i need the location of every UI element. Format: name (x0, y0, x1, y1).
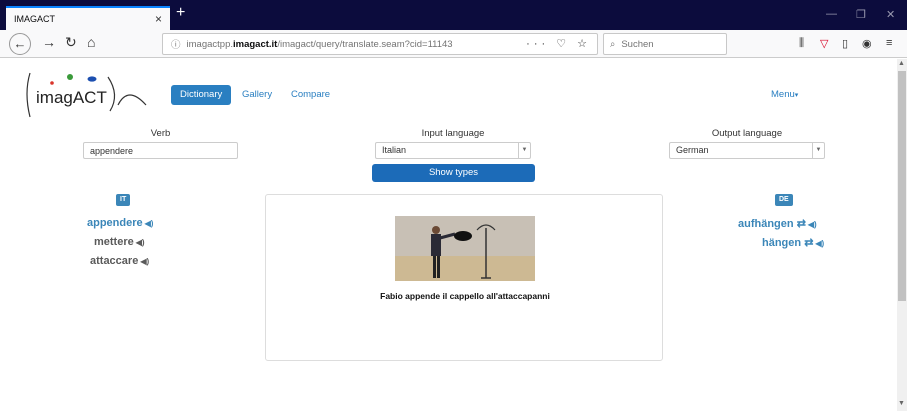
vertical-scrollbar[interactable]: ▲ ▼ (897, 59, 907, 411)
target-verb-item[interactable]: hängen ⇄ ◀) (762, 236, 824, 249)
input-language-label: Input language (421, 128, 485, 139)
menu-label: Menu (771, 89, 795, 100)
forward-icon[interactable]: → (42, 34, 56, 50)
target-language-badge: DE (775, 194, 793, 206)
browser-navbar: ← → ↻ ⌂ ⓘ imagactpp. imagact.it/imagact/q… (0, 30, 907, 58)
source-verb-item[interactable]: attaccare ◀) (90, 255, 149, 267)
url-host: imagact.it (233, 38, 278, 50)
window-close-icon[interactable]: ✕ (886, 8, 895, 21)
page-actions-icon[interactable]: ··· ♡ ☆ (526, 37, 591, 50)
pocket-icon[interactable]: ▽ (820, 37, 828, 50)
nav-dictionary[interactable]: Dictionary (171, 85, 232, 105)
scrollbar-thumb[interactable] (898, 71, 906, 301)
verb-label: appendere (87, 217, 143, 229)
search-icon: ⌕ (610, 38, 616, 50)
reload-icon[interactable]: ↻ (65, 34, 77, 51)
verb-label: attaccare (90, 255, 139, 267)
url-prefix: imagactpp. (186, 38, 233, 50)
extension-icon[interactable]: ◉ (862, 37, 872, 50)
chevron-down-icon: ▾ (794, 92, 799, 99)
logo-text: imagACT (36, 88, 107, 107)
input-language-value: Italian (382, 145, 407, 155)
scroll-down-icon[interactable]: ▼ (898, 400, 905, 407)
swap-arrows-icon[interactable]: ⇄ (804, 237, 813, 249)
tab-title: IMAGACT (14, 14, 56, 24)
speaker-icon[interactable]: ◀) (140, 257, 149, 266)
swap-arrows-icon[interactable]: ⇄ (797, 218, 806, 230)
home-icon[interactable]: ⌂ (87, 34, 95, 50)
speaker-icon[interactable]: ◀) (815, 239, 824, 248)
scroll-up-icon[interactable]: ▲ (898, 60, 905, 67)
info-icon[interactable]: ⓘ (171, 37, 181, 51)
browser-titlebar: IMAGACT × + — ❐ ✕ (0, 0, 907, 30)
back-icon[interactable]: ← (9, 33, 31, 55)
page-content: imagACT Dictionary Gallery Compare Menu▾… (0, 59, 897, 411)
target-verb-item[interactable]: aufhängen ⇄ ◀) (738, 217, 817, 230)
speaker-icon[interactable]: ◀) (145, 219, 154, 228)
show-types-button[interactable]: Show types (372, 164, 535, 182)
source-verb-item[interactable]: appendere ◀) (87, 217, 153, 229)
scene-video[interactable] (395, 216, 535, 281)
verb-label: hängen (762, 237, 802, 249)
url-bar[interactable]: ⓘ imagactpp. imagact.it/imagact/query/tra… (162, 33, 598, 55)
imagact-logo[interactable]: imagACT (22, 65, 152, 123)
search-placeholder: Suchen (621, 38, 654, 50)
scene-caption: Fabio appende il cappello all'attaccapan… (380, 291, 550, 301)
source-language-badge: IT (116, 194, 131, 206)
menu-dropdown[interactable]: Menu▾ (771, 89, 798, 100)
sidebar-icon[interactable]: ▯ (842, 37, 848, 50)
speaker-icon[interactable]: ◀) (136, 238, 145, 247)
verb-label: mettere (94, 236, 134, 248)
verb-label: Verb (150, 128, 171, 139)
output-language-select[interactable]: German ▼ (669, 142, 825, 159)
verb-label: aufhängen (738, 218, 794, 230)
browser-tab[interactable]: IMAGACT × (6, 6, 170, 30)
restore-icon[interactable]: ❐ (856, 8, 866, 21)
nav-compare[interactable]: Compare (282, 85, 339, 105)
verb-input[interactable] (83, 142, 238, 159)
nav-gallery[interactable]: Gallery (233, 85, 281, 105)
url-path: /imagact/query/translate.seam?cid=11143 (277, 38, 453, 50)
source-verb-item[interactable]: mettere ◀) (94, 236, 145, 248)
tab-close-icon[interactable]: × (155, 12, 162, 26)
search-input[interactable]: ⌕ Suchen (603, 33, 727, 55)
chevron-down-icon: ▼ (518, 143, 530, 158)
speaker-icon[interactable]: ◀) (808, 220, 817, 229)
scene-panel: Fabio appende il cappello all'attaccapan… (265, 194, 663, 361)
chevron-down-icon: ▼ (812, 143, 824, 158)
minimize-icon[interactable]: — (826, 8, 837, 20)
new-tab-icon[interactable]: + (176, 4, 185, 22)
output-language-value: German (676, 145, 709, 155)
hamburger-menu-icon[interactable]: ≡ (886, 37, 892, 49)
output-language-label: Output language (711, 128, 783, 139)
input-language-select[interactable]: Italian ▼ (375, 142, 531, 159)
library-icon[interactable]: ⫼ (799, 37, 804, 50)
